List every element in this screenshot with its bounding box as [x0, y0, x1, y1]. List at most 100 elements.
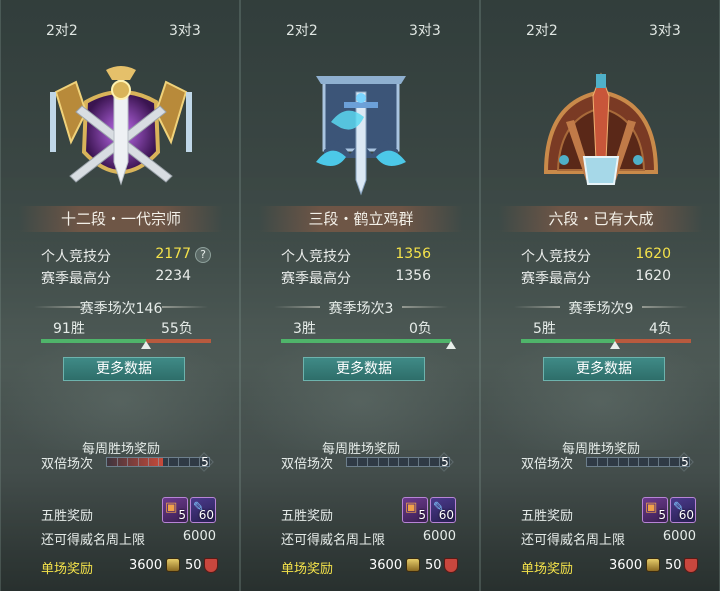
item-count: 60: [198, 508, 214, 522]
track-tick: [388, 458, 389, 466]
wins-count: 5胜: [533, 321, 556, 337]
double-matches-end: 5: [437, 455, 453, 469]
win-ratio-marker: [446, 341, 456, 349]
grandmaster-sword-emblem-icon: [50, 66, 192, 186]
tab-2v2[interactable]: 2对2: [46, 20, 78, 40]
fan-item[interactable]: ✎ 60: [430, 497, 456, 523]
single-reward-value-1: 3600: [129, 558, 163, 573]
single-match-reward-row: 单场奖励 3600 50: [281, 558, 461, 577]
single-match-reward-label: 单场奖励: [281, 562, 334, 577]
rank-title: 六段・已有大成: [499, 206, 703, 232]
treasure-chest-item[interactable]: ▣ 5: [402, 497, 428, 523]
weekly-cap-value: 6000: [662, 529, 696, 544]
wins-count: 91胜: [53, 321, 85, 337]
item-count: 60: [438, 508, 454, 522]
wins-count: 3胜: [293, 321, 316, 337]
treasure-chest-item[interactable]: ▣ 5: [162, 497, 188, 523]
win-fill: [281, 339, 451, 343]
track-tick: [408, 458, 409, 466]
personal-score-value: 1620: [635, 246, 671, 262]
track-tick: [367, 458, 368, 466]
treasure-chest-item[interactable]: ▣ 5: [642, 497, 668, 523]
personal-score-row: 个人竞技分 1620: [521, 246, 701, 266]
track-tick: [117, 458, 118, 466]
season-matches-text: 赛季场次146: [79, 301, 163, 317]
track-tick: [418, 458, 419, 466]
weekly-cap-value: 6000: [182, 529, 216, 544]
coin-icon: [646, 558, 660, 572]
track-tick: [618, 458, 619, 466]
more-data-button[interactable]: 更多数据: [303, 357, 425, 381]
season-high-value: 1356: [395, 268, 431, 284]
single-reward-value-1: 3600: [609, 558, 643, 573]
win-fill: [521, 339, 615, 343]
double-matches-fill: [107, 458, 163, 466]
track-tick: [127, 458, 128, 466]
weekly-cap-label: 还可得威名周上限: [281, 533, 386, 548]
track-tick: [189, 458, 190, 466]
season-matches-text: 赛季场次3: [328, 301, 394, 317]
win-loss-bar: [521, 339, 691, 349]
ornament-right: [642, 306, 688, 308]
mode-tabs: 2对2 3对3: [481, 20, 719, 40]
track-tick: [168, 458, 169, 466]
bronze-sword-emblem-icon: [543, 72, 659, 185]
win-fill: [41, 339, 146, 343]
personal-score-row: 个人竞技分 2177 ?: [41, 246, 221, 266]
tab-3v3[interactable]: 3对3: [649, 20, 681, 40]
personal-score-label: 个人竞技分: [281, 249, 351, 265]
more-data-button[interactable]: 更多数据: [63, 357, 185, 381]
fan-item[interactable]: ✎ 60: [190, 497, 216, 523]
five-win-reward-label: 五胜奖励: [281, 509, 334, 524]
tab-3v3[interactable]: 3对3: [169, 20, 201, 40]
season-matches: 赛季场次9: [481, 298, 719, 318]
single-reward-value-2: 50: [425, 558, 442, 573]
season-high-value: 2234: [155, 268, 191, 284]
more-data-button[interactable]: 更多数据: [543, 357, 665, 381]
tab-2v2[interactable]: 2对2: [526, 20, 558, 40]
season-matches-text: 赛季场次9: [568, 301, 634, 317]
mode-tabs: 2对2 3对3: [241, 20, 479, 40]
five-win-reward-label: 五胜奖励: [41, 509, 94, 524]
personal-score-value: 1356: [395, 246, 431, 262]
season-matches: 赛季场次3: [241, 298, 479, 318]
coin-icon: [166, 558, 180, 572]
weekly-cap-label: 还可得威名周上限: [521, 533, 626, 548]
track-tick: [628, 458, 629, 466]
personal-score-value: 2177: [155, 246, 191, 262]
season-high-row: 赛季最高分 2234: [41, 268, 221, 288]
track-tick: [648, 458, 649, 466]
season-high-label: 赛季最高分: [521, 271, 591, 287]
single-match-reward-row: 单场奖励 3600 50: [41, 558, 221, 577]
track-tick: [378, 458, 379, 466]
single-reward-value-1: 3600: [369, 558, 403, 573]
season-high-row: 赛季最高分 1620: [521, 268, 701, 288]
arena-panel-2: 2对2 3对3 三段・鹤立鸡群 个人竞技分 1356 赛季最高分 1356 赛季…: [240, 0, 480, 591]
fan-item[interactable]: ✎ 60: [670, 497, 696, 523]
single-match-reward-label: 单场奖励: [41, 562, 94, 577]
double-matches-track: [106, 457, 210, 467]
crane-banner-sword-emblem-icon: [316, 76, 406, 196]
chest-icon: ▣: [405, 500, 418, 515]
losses-count: 0负: [409, 321, 432, 337]
weekly-cap-row: 还可得威名周上限 6000: [281, 529, 456, 548]
shield-icon: [444, 558, 458, 573]
arena-panel-1: 2对2 3对3 十二段・一代宗师 个人竞技分 2177 ? 赛季最高分 2234…: [0, 0, 240, 591]
track-tick: [138, 458, 139, 466]
arena-panel-3: 2对2 3对3 六段・已有大成 个人竞技分 1620 赛季最高分 1620 赛季…: [480, 0, 720, 591]
double-matches-label: 双倍场次: [521, 457, 574, 472]
track-tick: [669, 458, 670, 466]
item-count: 5: [418, 508, 426, 522]
ornament-left: [514, 306, 560, 308]
season-high-value: 1620: [635, 268, 671, 284]
win-ratio-marker: [610, 341, 620, 349]
single-reward-value-2: 50: [185, 558, 202, 573]
item-count: 5: [658, 508, 666, 522]
ornament-left: [274, 306, 320, 308]
help-icon[interactable]: ?: [195, 247, 211, 263]
shield-icon: [684, 558, 698, 573]
tab-3v3[interactable]: 3对3: [409, 20, 441, 40]
tab-2v2[interactable]: 2对2: [286, 20, 318, 40]
weekly-cap-value: 6000: [422, 529, 456, 544]
weekly-cap-label: 还可得威名周上限: [41, 533, 146, 548]
